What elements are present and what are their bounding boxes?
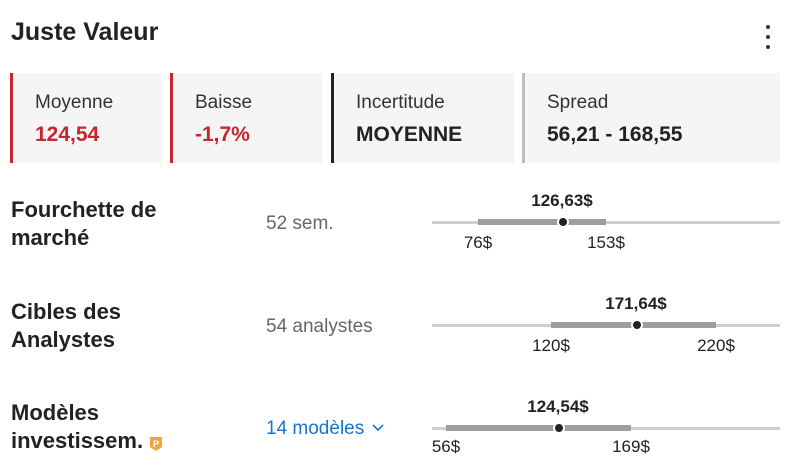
card-spread: Spread 56,21 - 168,55 [522,73,780,163]
row-label-analyst-targets: Cibles des Analystes [11,298,121,354]
card-value: MOYENNE [356,123,463,146]
row-label-line: investissem. [11,428,144,453]
card-label: Spread [547,92,609,113]
card-value: 56,21 - 168,55 [547,123,683,146]
models-dropdown[interactable]: 14 modèles [266,418,384,440]
card-decline: Baisse -1,7% [170,73,322,163]
more-vertical-icon[interactable] [758,25,778,49]
range-low-label: 120$ [532,336,570,355]
row-label-line: Cibles des [11,299,122,324]
row-label-market-range: Fourchette de marché [11,196,156,252]
current-value-label: 126,63$ [531,191,593,210]
chevron-down-icon[interactable] [372,419,384,435]
current-marker [557,216,569,228]
range-low-label: 76$ [463,233,493,252]
range-bar [478,219,606,225]
current-marker [553,422,565,434]
models-dropdown-label[interactable]: 14 modèles [266,418,364,439]
range-bar [446,425,631,431]
svg-text:P: P [153,439,159,449]
card-value: -1,7% [195,123,250,146]
row-label-line: Analystes [11,327,115,352]
card-value: 124,54 [35,123,100,146]
row-sub-analysts: 54 analystes [266,316,373,337]
current-value-label: 171,64$ [605,294,667,313]
current-marker [631,319,643,331]
card-label: Baisse [195,92,253,113]
current-value-label: 124,54$ [527,397,589,416]
row-label-line: marché [11,225,90,250]
range-high-label: 220$ [697,336,735,355]
row-label-line: Fourchette de [11,197,157,222]
row-sub-period: 52 sem. [266,213,334,234]
row-label-line-with-badge: investissem. P [11,427,163,455]
pro-badge-icon: P [149,431,163,452]
row-label-line: Modèles [11,400,100,425]
card-label: Moyenne [35,92,114,113]
row-label-investment-models: Modèles investissem. P [11,399,163,455]
range-low-label: 56$ [431,437,461,456]
page-title: Juste Valeur [11,18,159,46]
card-label: Incertitude [356,92,445,113]
summary-cards: Moyenne 124,54 Baisse -1,7% Incertitude … [10,73,780,163]
range-high-label: 169$ [612,437,650,456]
card-average: Moyenne 124,54 [10,73,162,163]
card-uncertainty: Incertitude MOYENNE [331,73,514,163]
range-high-label: 153$ [587,233,625,252]
